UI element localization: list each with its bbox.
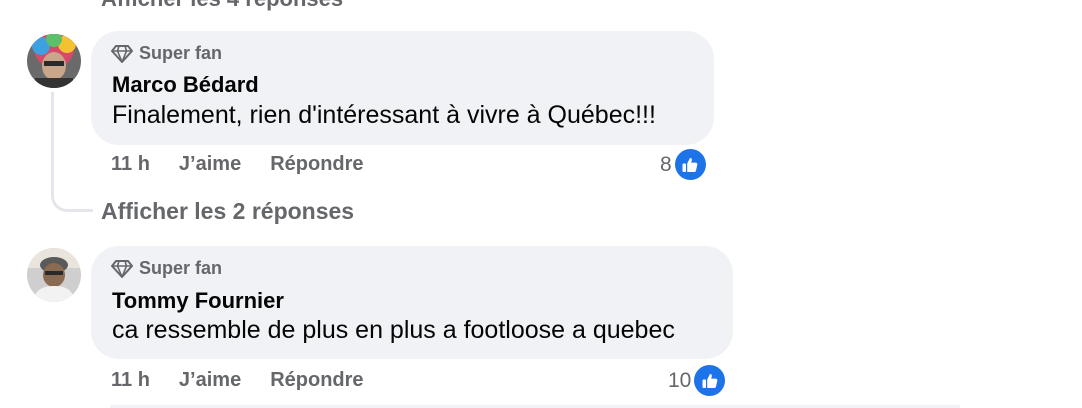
thumbs-up-icon — [694, 365, 726, 396]
diamond-icon — [111, 44, 133, 63]
like-button[interactable]: J’aime — [179, 369, 241, 392]
reaction-summary[interactable]: 8 — [660, 149, 706, 180]
comment-text: Finalement, rien d'intéressant à vivre à… — [112, 101, 656, 129]
comment-author[interactable]: Tommy Fournier — [112, 288, 284, 314]
comment-bubble: Super fan Marco Bédard Finalement, rien … — [91, 31, 714, 145]
comment-actions: 11 h J’aime Répondre — [111, 153, 364, 176]
comments-section: Afficher les 4 réponses Super fan Marco … — [0, 0, 1082, 408]
avatar-image-marco — [27, 34, 81, 88]
comment-timestamp[interactable]: 11 h — [111, 369, 150, 392]
super-fan-badge: Super fan — [111, 258, 222, 279]
reaction-count: 8 — [660, 152, 672, 176]
view-replies-link[interactable]: Afficher les 2 réponses — [101, 198, 354, 225]
super-fan-badge: Super fan — [111, 43, 222, 64]
diamond-icon — [111, 259, 133, 278]
reply-button[interactable]: Répondre — [270, 153, 363, 176]
comment-bubble: Super fan Tommy Fournier ca ressemble de… — [91, 246, 733, 359]
badge-label: Super fan — [139, 43, 223, 63]
avatar[interactable] — [27, 248, 81, 302]
comment-text: ca ressemble de plus en plus a footloose… — [112, 316, 675, 344]
reply-button[interactable]: Répondre — [270, 369, 363, 392]
avatar-image-tommy — [27, 248, 81, 302]
thread-connector-line — [51, 92, 93, 212]
avatar[interactable] — [27, 34, 81, 88]
reaction-summary[interactable]: 10 — [668, 365, 726, 396]
reaction-count: 10 — [668, 368, 692, 392]
like-button[interactable]: J’aime — [179, 153, 241, 176]
comment-actions: 11 h J’aime Répondre — [111, 369, 364, 392]
thumbs-up-icon — [674, 149, 706, 180]
comment-timestamp[interactable]: 11 h — [111, 153, 150, 176]
badge-label: Super fan — [139, 258, 223, 278]
view-replies-link-previous[interactable]: Afficher les 4 réponses — [101, 0, 343, 12]
comment-author[interactable]: Marco Bédard — [112, 72, 259, 98]
